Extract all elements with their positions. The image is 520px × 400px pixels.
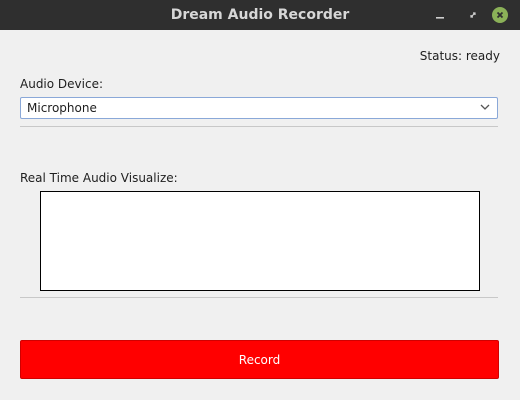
- record-button[interactable]: Record: [20, 340, 499, 379]
- audio-device-label: Audio Device:: [20, 77, 104, 91]
- minimize-icon[interactable]: [433, 8, 447, 22]
- app-window: Dream Audio Recorder Status: ready Audio…: [0, 0, 520, 400]
- visualizer-label: Real Time Audio Visualize:: [20, 171, 178, 185]
- audio-device-value: Microphone: [27, 101, 97, 115]
- chevron-down-icon: [480, 104, 490, 110]
- divider-top: [20, 126, 498, 127]
- close-icon[interactable]: [492, 7, 508, 23]
- title-bar[interactable]: Dream Audio Recorder: [0, 0, 520, 30]
- divider-bottom: [20, 297, 498, 298]
- audio-device-select[interactable]: Microphone: [20, 97, 498, 119]
- close-glyph: [496, 11, 504, 19]
- minimize-glyph: [436, 17, 444, 19]
- restore-icon[interactable]: [466, 8, 480, 22]
- audio-visualizer-canvas: [40, 191, 480, 291]
- restore-glyph: [470, 12, 476, 18]
- status-text: Status: ready: [419, 49, 500, 63]
